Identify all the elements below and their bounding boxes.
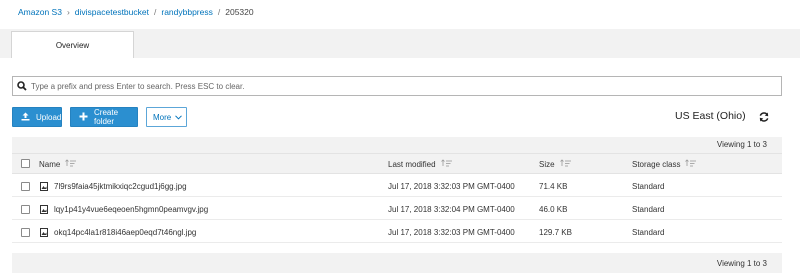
- breadcrumb-separator: /: [217, 7, 221, 17]
- storage-class: Standard: [632, 205, 665, 214]
- plus-icon: [79, 112, 88, 123]
- file-size: 129.7 KB: [539, 228, 572, 237]
- region-label: US East (Ohio): [675, 110, 746, 122]
- upload-button[interactable]: Upload: [12, 107, 62, 127]
- breadcrumb-amazon-s3[interactable]: Amazon S3: [18, 7, 62, 17]
- file-name[interactable]: lqy1p41y4vue6eqeoen5hgmn0peamvgv.jpg: [54, 205, 208, 214]
- column-label: Size: [539, 159, 555, 169]
- column-label: Last modified: [388, 159, 436, 169]
- chevron-down-icon: [175, 113, 183, 122]
- storage-class: Standard: [632, 182, 665, 191]
- more-label: More: [153, 112, 172, 122]
- column-header-size[interactable]: Size: [539, 159, 572, 169]
- image-file-icon: [40, 228, 48, 237]
- row-checkbox[interactable]: [21, 228, 30, 237]
- column-header-last-modified[interactable]: Last modified: [388, 159, 453, 169]
- last-modified: Jul 17, 2018 3:32:04 PM GMT-0400: [388, 205, 515, 214]
- breadcrumb-separator: ›: [66, 7, 70, 17]
- table-footer: [12, 253, 782, 273]
- create-folder-button[interactable]: Create folder: [70, 107, 138, 127]
- breadcrumb-current: 205320: [225, 7, 254, 17]
- row-checkbox[interactable]: [21, 205, 30, 214]
- upload-icon: [21, 112, 30, 123]
- column-header-name[interactable]: Name: [39, 159, 77, 169]
- tab-overview[interactable]: Overview: [11, 31, 134, 59]
- last-modified: Jul 17, 2018 3:32:03 PM GMT-0400: [388, 228, 515, 237]
- image-file-icon: [40, 205, 48, 214]
- column-label: Name: [39, 159, 61, 169]
- sort-icon[interactable]: [440, 159, 453, 169]
- file-name[interactable]: 7l9rs9faia45jktmikxiqc2cgud1j6gg.jpg: [54, 182, 187, 191]
- row-checkbox[interactable]: [21, 182, 30, 191]
- sort-icon[interactable]: [65, 159, 77, 169]
- breadcrumb-separator: /: [153, 7, 157, 17]
- viewing-count-bottom: Viewing 1 to 3: [716, 259, 767, 268]
- last-modified: Jul 17, 2018 3:32:03 PM GMT-0400: [388, 182, 515, 191]
- image-file-icon: [40, 182, 48, 191]
- more-button[interactable]: More: [146, 107, 187, 127]
- column-header-storage-class[interactable]: Storage class: [632, 159, 697, 169]
- refresh-icon[interactable]: [758, 111, 770, 123]
- upload-label: Upload: [36, 112, 62, 122]
- table-toolbar: [12, 137, 782, 153]
- breadcrumb-folder[interactable]: randybbpress: [161, 7, 213, 17]
- file-size: 46.0 KB: [539, 205, 568, 214]
- breadcrumb-bucket[interactable]: divispacetestbucket: [75, 7, 149, 17]
- storage-class: Standard: [632, 228, 665, 237]
- file-name[interactable]: okq14pc4la1r818i46aep0eqd7t46ngl.jpg: [54, 228, 196, 237]
- search-icon: [13, 81, 31, 91]
- viewing-count-top: Viewing 1 to 3: [716, 140, 767, 149]
- search-box[interactable]: [12, 76, 782, 96]
- select-all-checkbox[interactable]: [21, 159, 30, 168]
- sort-icon[interactable]: [685, 159, 697, 169]
- column-label: Storage class: [632, 159, 681, 169]
- file-size: 71.4 KB: [539, 182, 568, 191]
- breadcrumb: Amazon S3 › divispacetestbucket / randyb…: [18, 4, 254, 20]
- search-input[interactable]: [31, 81, 761, 91]
- sort-icon[interactable]: [559, 159, 572, 169]
- create-folder-label: Create folder: [94, 108, 119, 126]
